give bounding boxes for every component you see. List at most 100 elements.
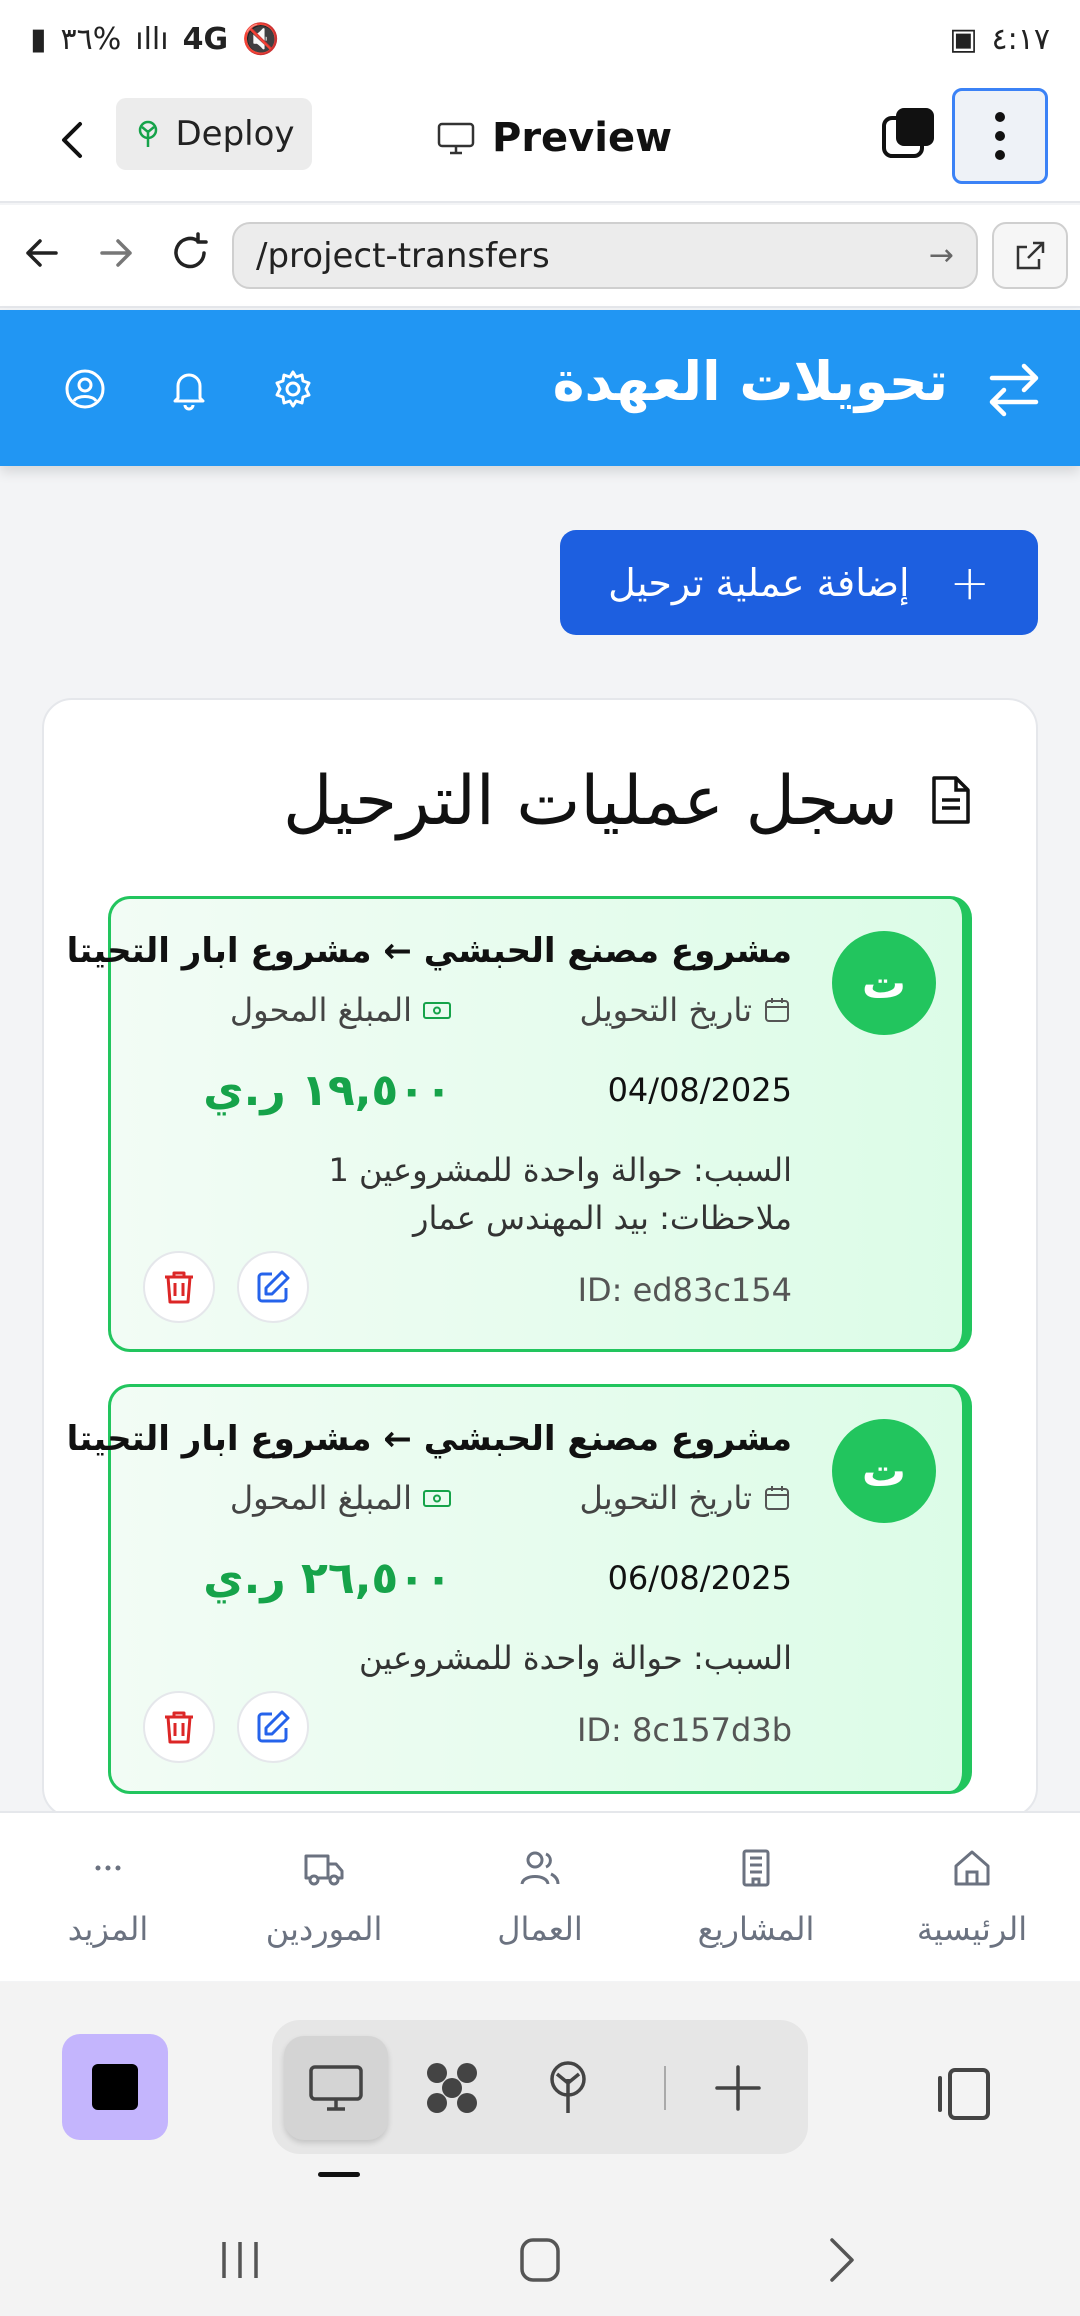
entry-route: مشروع مصنع الحبشي ← مشروع ابار التحيتا [66,1419,792,1459]
page-title: تحويلات العهدة [552,350,948,413]
active-tool-indicator [318,2172,360,2177]
document-icon [932,776,970,824]
deploy-button[interactable]: Deploy [116,98,312,170]
browser-back-button[interactable] [20,231,64,275]
signal-icon: ıllı [135,21,169,57]
editor-toolbar [0,1982,1080,2202]
plus-icon [715,2065,761,2111]
transfer-entry: ت مشروع مصنع الحبشي ← مشروع ابار التحيتا… [67,896,972,1352]
home-button-icon[interactable] [510,2232,570,2288]
nav-label: المزيد [67,1910,149,1948]
recent-apps-icon[interactable] [210,2232,270,2288]
browser-forward-button[interactable] [94,231,138,275]
transfer-date-label: تاريخ التحويل [580,1479,792,1517]
entry-route: مشروع مصنع الحبشي ← مشروع ابار التحيتا [66,931,792,971]
transfer-reason: السبب: حوالة واحدة للمشروعين 1 [328,1151,793,1189]
edit-button[interactable] [237,1251,309,1323]
nav-label: الموردين [265,1910,383,1948]
status-right: ▣ ٤:١٧ [949,22,1050,57]
grid-blob-icon [427,2063,477,2113]
nav-item-suppliers[interactable]: الموردين [216,1813,432,1981]
transfer-amount: ٢٦,٥٠٠ ر.ي [203,1553,452,1604]
divider [664,2066,666,2110]
preview-title: Preview [436,102,672,174]
back-button[interactable] [52,112,92,168]
delete-button[interactable] [143,1251,215,1323]
nav-label: العمال [497,1910,583,1948]
battery-icon: ▮ [30,21,47,57]
apps-tool-button[interactable] [400,2036,504,2140]
trash-icon [165,1711,193,1744]
nav-item-projects[interactable]: المشاريع [648,1813,864,1981]
notifications-button[interactable] [164,364,214,414]
nav-item-workers[interactable]: العمال [432,1813,648,1981]
users-icon [520,1851,560,1885]
more-menu-button[interactable] [952,88,1048,184]
edit-button[interactable] [237,1691,309,1763]
banknote-icon [423,1490,451,1507]
status-time: ٤:١٧ [991,21,1050,57]
settings-button[interactable] [268,364,318,414]
monitor-icon [437,122,475,155]
stop-button[interactable] [62,2034,168,2140]
status-left: ▮ ٣٦% ıllı 4G 🔇 [30,22,279,57]
truck-icon [304,1854,344,1886]
deploy-label: Deploy [175,114,295,154]
log-title: سجل عمليات الترحيل [283,762,898,841]
profile-button[interactable] [60,364,110,414]
arrow-right-icon [100,239,132,267]
nav-item-more[interactable]: المزيد [0,1813,216,1981]
transfer-entry: ت مشروع مصنع الحبشي ← مشروع ابار التحيتا… [67,1384,972,1794]
deploy-icon [139,120,158,147]
deploy-tool-button[interactable] [516,2036,620,2140]
go-arrow-icon[interactable]: → [929,238,954,273]
gear-icon [275,370,311,408]
preview-label: Preview [492,115,673,161]
add-transfer-button[interactable]: + إضافة عملية ترحيل [560,530,1038,635]
bottom-navigation: الرئيسية المشاريع العمال الموردين المزيد [0,1811,1080,1981]
bell-icon [173,373,205,411]
stop-icon [92,2064,138,2110]
network-text: 4G [182,21,229,57]
transfer-reason: السبب: حوالة واحدة للمشروعين [359,1639,792,1677]
chevron-left-icon [62,122,82,158]
panel-toggle-icon[interactable] [932,2062,996,2126]
banknote-icon [423,1002,451,1019]
arrow-left-icon [26,239,58,267]
monitor-icon [309,2065,363,2111]
calendar-icon [765,998,789,1022]
nav-item-home[interactable]: الرئيسية [864,1813,1080,1981]
open-external-button[interactable] [992,222,1068,289]
deploy-icon [550,2061,586,2113]
reload-icon [174,232,208,269]
more-icon [95,1865,121,1871]
home-icon [954,1850,990,1886]
tabs-icon[interactable] [880,106,936,162]
tool-group [272,2020,808,2154]
nav-label: المشاريع [697,1910,815,1948]
transfer-log-card: سجل عمليات الترحيل ت مشروع مصنع الحبشي ←… [42,698,1038,1818]
menu-dot [995,131,1005,141]
user-circle-icon [65,369,105,409]
amount-label-text: المبلغ المحول [229,1479,412,1517]
entry-avatar: ت [832,1419,936,1523]
system-navigation [0,2202,1080,2316]
menu-dot [995,150,1005,160]
calendar-icon [765,1486,789,1510]
transfer-date: 04/08/2025 [607,1071,792,1109]
url-input[interactable]: /project-transfers → [232,222,978,289]
building-icon [742,1849,770,1887]
add-tool-button[interactable] [686,2036,790,2140]
date-label-text: تاريخ التحويل [579,991,752,1029]
back-nav-icon[interactable] [812,2232,872,2288]
menu-dot [995,112,1005,122]
preview-header: Deploy Preview [0,78,1080,203]
preview-tool-button[interactable] [284,2036,388,2140]
amount-label: المبلغ المحول [230,991,452,1029]
reload-button[interactable] [168,231,212,275]
edit-icon [257,1270,290,1303]
delete-button[interactable] [143,1691,215,1763]
date-label-text: تاريخ التحويل [579,1479,752,1517]
nav-label: الرئيسية [916,1910,1028,1948]
trash-icon [165,1271,193,1304]
